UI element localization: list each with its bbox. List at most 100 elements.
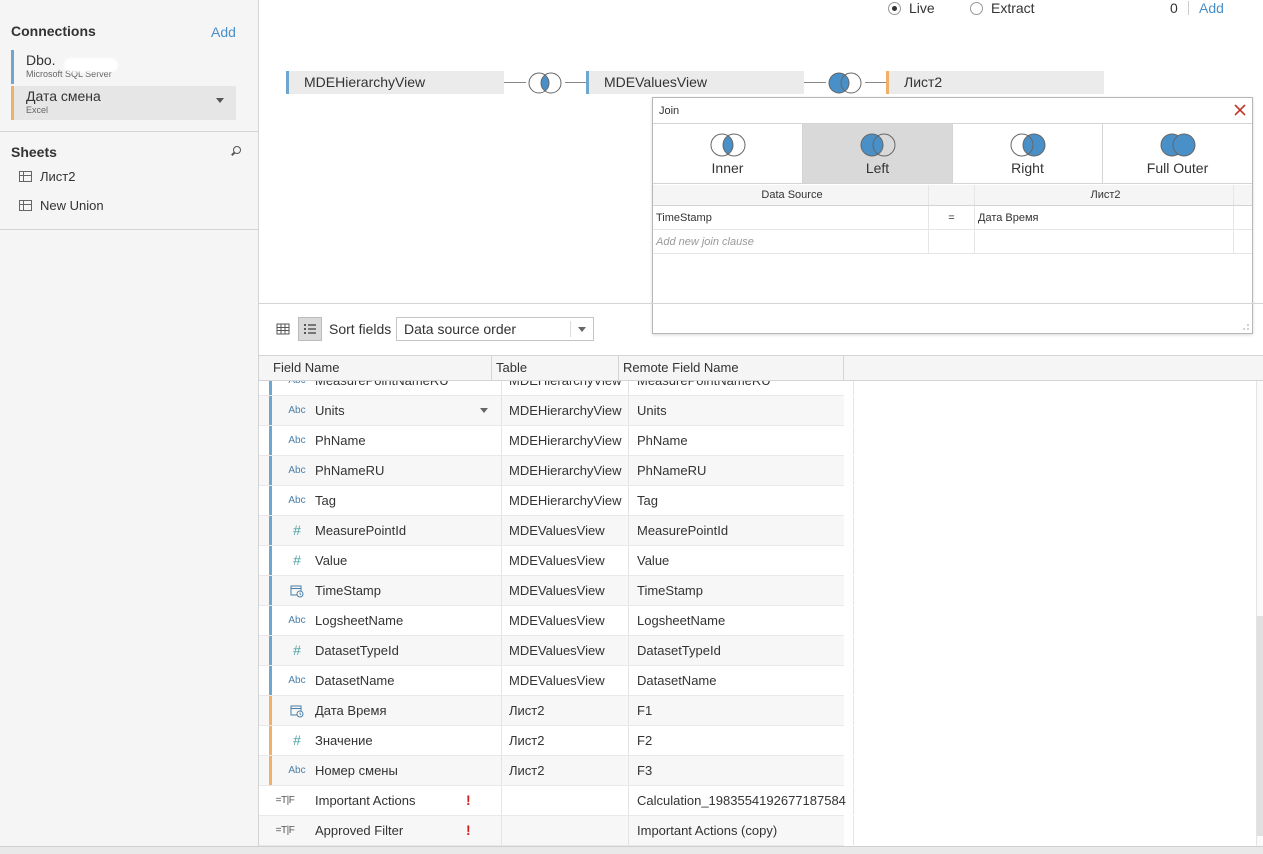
warning-icon[interactable]: ! [466,816,471,845]
number-type-icon[interactable]: # [286,516,308,545]
sidebar: Connections Add Dbo. Microsoft SQL Serve… [0,0,259,854]
connection-sql-server[interactable]: Dbo. Microsoft SQL Server [11,50,236,84]
add-filter-link[interactable]: Add [1199,0,1224,16]
chevron-down-icon[interactable] [480,408,488,413]
table-name: MDEHierarchyView [509,493,622,508]
table-row[interactable]: Abc PhNameRU MDEHierarchyView PhNameRU [259,456,854,486]
table-row[interactable]: Abc DatasetName MDEValuesView DatasetName [259,666,854,696]
number-type-icon[interactable]: # [286,636,308,665]
table-row[interactable]: # Value MDEValuesView Value [259,546,854,576]
source-color-edge [269,486,272,515]
sheet-item-new-union[interactable]: New Union [19,198,104,213]
left-field[interactable]: TimeStamp [653,206,929,229]
calculated-boolean-type-icon[interactable]: =T|F [274,816,296,845]
join-type-inner[interactable]: Inner [653,124,803,183]
table-row[interactable]: Abc Units MDEHierarchyView Units [259,396,854,426]
datetime-type-icon[interactable] [286,576,308,605]
table-name: MDEHierarchyView [509,463,622,478]
table-row[interactable]: Дата Время Лист2 F1 [259,696,854,726]
field-name: Important Actions [315,793,416,808]
col-field-name[interactable]: Field Name [269,356,492,380]
grid-view-button[interactable] [271,317,295,341]
left-join-icon [860,133,895,157]
right-join-icon [1010,133,1045,157]
sort-fields-select[interactable]: Data source order [396,317,594,341]
vertical-scrollbar[interactable] [1256,381,1263,846]
join-type-left[interactable]: Left [803,124,953,183]
source-color-edge [269,516,272,545]
search-icon[interactable] [233,146,241,154]
col-table[interactable]: Table [492,356,619,380]
string-type-icon[interactable]: Abc [286,381,308,395]
datetime-type-icon[interactable] [286,696,308,725]
connection-excel[interactable]: Дата смена Excel [11,86,236,120]
right-source-header: Лист2 [975,185,1234,205]
sheet-label: New Union [40,198,104,213]
table-row[interactable]: Abc Tag MDEHierarchyView Tag [259,486,854,516]
source-color-edge [269,381,272,395]
divider [1188,1,1189,15]
string-type-icon[interactable]: Abc [286,666,308,695]
table-row[interactable]: Abc Номер смены Лист2 F3 [259,756,854,786]
table-mdehierarchyview[interactable]: MDEHierarchyView [286,71,504,94]
table-row[interactable]: =T|F Approved Filter Important Actions (co… [259,816,854,846]
table-row[interactable]: # DatasetTypeId MDEValuesView DatasetTypeId [259,636,854,666]
table-row[interactable]: Abc MeasurePointNameRU MDEHierarchyView Mea… [259,381,854,396]
table-row[interactable]: # MeasurePointId MDEValuesView MeasurePoint… [259,516,854,546]
table-row[interactable]: TimeStamp MDEValuesView TimeStamp [259,576,854,606]
resize-grip-icon[interactable] [1242,323,1250,331]
table-name: MDEHierarchyView [509,403,622,418]
string-type-icon[interactable]: Abc [286,456,308,485]
divider [0,131,259,132]
join-operator[interactable]: = [929,206,975,229]
string-type-icon[interactable]: Abc [286,426,308,455]
close-icon[interactable] [1233,103,1247,117]
add-join-clause[interactable]: Add new join clause [653,230,929,253]
source-color-edge [269,666,272,695]
source-color-edge [269,546,272,575]
live-radio[interactable]: Live [888,0,935,16]
remote-field-name: MeasurePointId [637,523,729,538]
number-type-icon[interactable]: # [286,546,308,575]
table-mdevaluesview[interactable]: MDEValuesView [586,71,804,94]
field-name: Approved Filter [315,823,404,838]
list-view-button[interactable] [298,317,322,341]
table-row[interactable]: =T|F Important Actions Calculation_1983554… [259,786,854,816]
sheet-label: Лист2 [40,169,76,184]
table-row[interactable]: # Значение Лист2 F2 [259,726,854,756]
field-name: Value [315,553,348,568]
table-row[interactable]: Abc LogsheetName MDEValuesView LogsheetName [259,606,854,636]
join-dialog-title: Join [653,98,1252,124]
join-clause-row[interactable]: TimeStamp = Дата Время [653,206,1252,230]
table-list2[interactable]: Лист2 [886,71,1104,94]
join-line [865,82,887,83]
join-type-full-outer[interactable]: Full Outer [1103,124,1252,183]
connection-name: Дата смена [26,88,101,104]
string-type-icon[interactable]: Abc [286,756,308,785]
table-name: MDEValuesView [509,553,605,568]
grid-icon [276,323,290,335]
table-name: MDEValuesView [509,643,605,658]
calculated-boolean-type-icon[interactable]: =T|F [274,786,296,815]
right-field[interactable]: Дата Время [975,206,1234,229]
table-row[interactable]: Abc PhName MDEHierarchyView PhName [259,426,854,456]
string-type-icon[interactable]: Abc [286,606,308,635]
left-join-venn-icon[interactable] [825,71,865,95]
field-name: MeasurePointId [315,523,407,538]
chevron-down-icon[interactable] [216,98,224,103]
sheet-item-list2[interactable]: Лист2 [19,169,75,184]
add-connection-link[interactable]: Add [211,24,236,40]
string-type-icon[interactable]: Abc [286,486,308,515]
string-type-icon[interactable]: Abc [286,396,308,425]
col-remote-field-name[interactable]: Remote Field Name [619,356,844,380]
number-type-icon[interactable]: # [286,726,308,755]
field-name: TimeStamp [315,583,381,598]
redacted-blur [64,58,118,72]
radio-selected-icon [888,1,901,15]
extract-radio[interactable]: Extract [970,0,1035,16]
scrollbar-thumb[interactable] [1257,616,1263,836]
join-type-right[interactable]: Right [953,124,1103,183]
add-join-clause-row[interactable]: Add new join clause [653,230,1252,254]
inner-join-venn-icon[interactable] [525,71,565,95]
warning-icon[interactable]: ! [466,786,471,815]
